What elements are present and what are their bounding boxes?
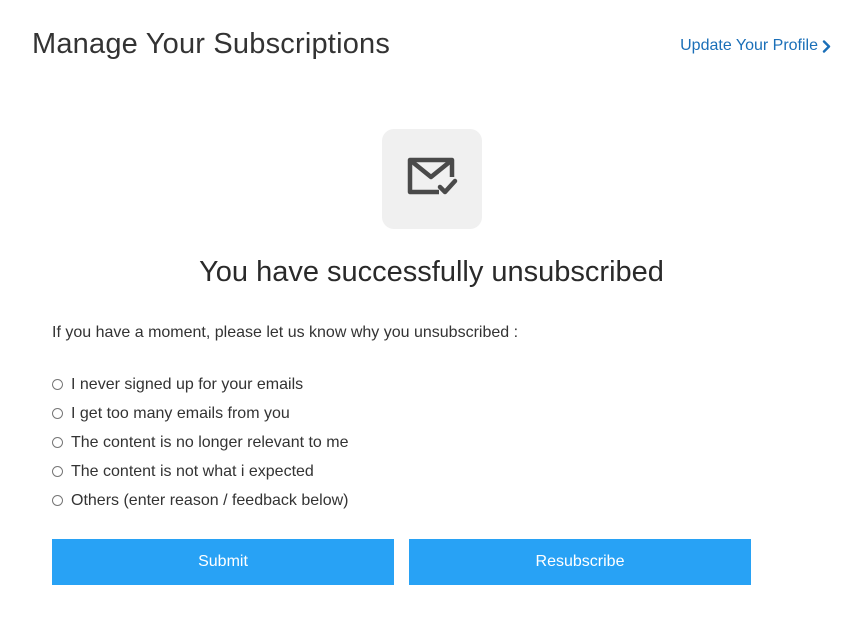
radio-button[interactable]: [52, 379, 63, 390]
reason-label: I never signed up for your emails: [71, 375, 304, 393]
status-icon-box: [382, 129, 482, 229]
update-profile-link[interactable]: Update Your Profile: [680, 37, 831, 55]
reason-option-never-signed-up[interactable]: I never signed up for your emails: [52, 370, 349, 399]
survey-prompt: If you have a moment, please let us know…: [52, 324, 519, 341]
reason-options: I never signed up for your emails I get …: [52, 370, 349, 515]
reason-option-too-many-emails[interactable]: I get too many emails from you: [52, 399, 349, 428]
reason-label: The content is not what i expected: [71, 462, 314, 480]
mail-check-icon: [405, 155, 459, 204]
reason-option-not-expected[interactable]: The content is not what i expected: [52, 457, 349, 486]
reason-label: The content is no longer relevant to me: [71, 433, 349, 451]
chevron-right-icon: [822, 39, 831, 53]
update-profile-label: Update Your Profile: [680, 37, 818, 54]
reason-option-others[interactable]: Others (enter reason / feedback below): [52, 486, 349, 515]
reason-label: Others (enter reason / feedback below): [71, 491, 349, 509]
radio-button[interactable]: [52, 495, 63, 506]
radio-button[interactable]: [52, 437, 63, 448]
reason-label: I get too many emails from you: [71, 404, 290, 422]
resubscribe-button[interactable]: Resubscribe: [409, 539, 751, 585]
radio-button[interactable]: [52, 466, 63, 477]
unsubscribed-headline: You have successfully unsubscribed: [199, 256, 664, 288]
reason-option-not-relevant[interactable]: The content is no longer relevant to me: [52, 428, 349, 457]
submit-button[interactable]: Submit: [52, 539, 394, 585]
radio-button[interactable]: [52, 408, 63, 419]
page-title: Manage Your Subscriptions: [32, 28, 391, 60]
